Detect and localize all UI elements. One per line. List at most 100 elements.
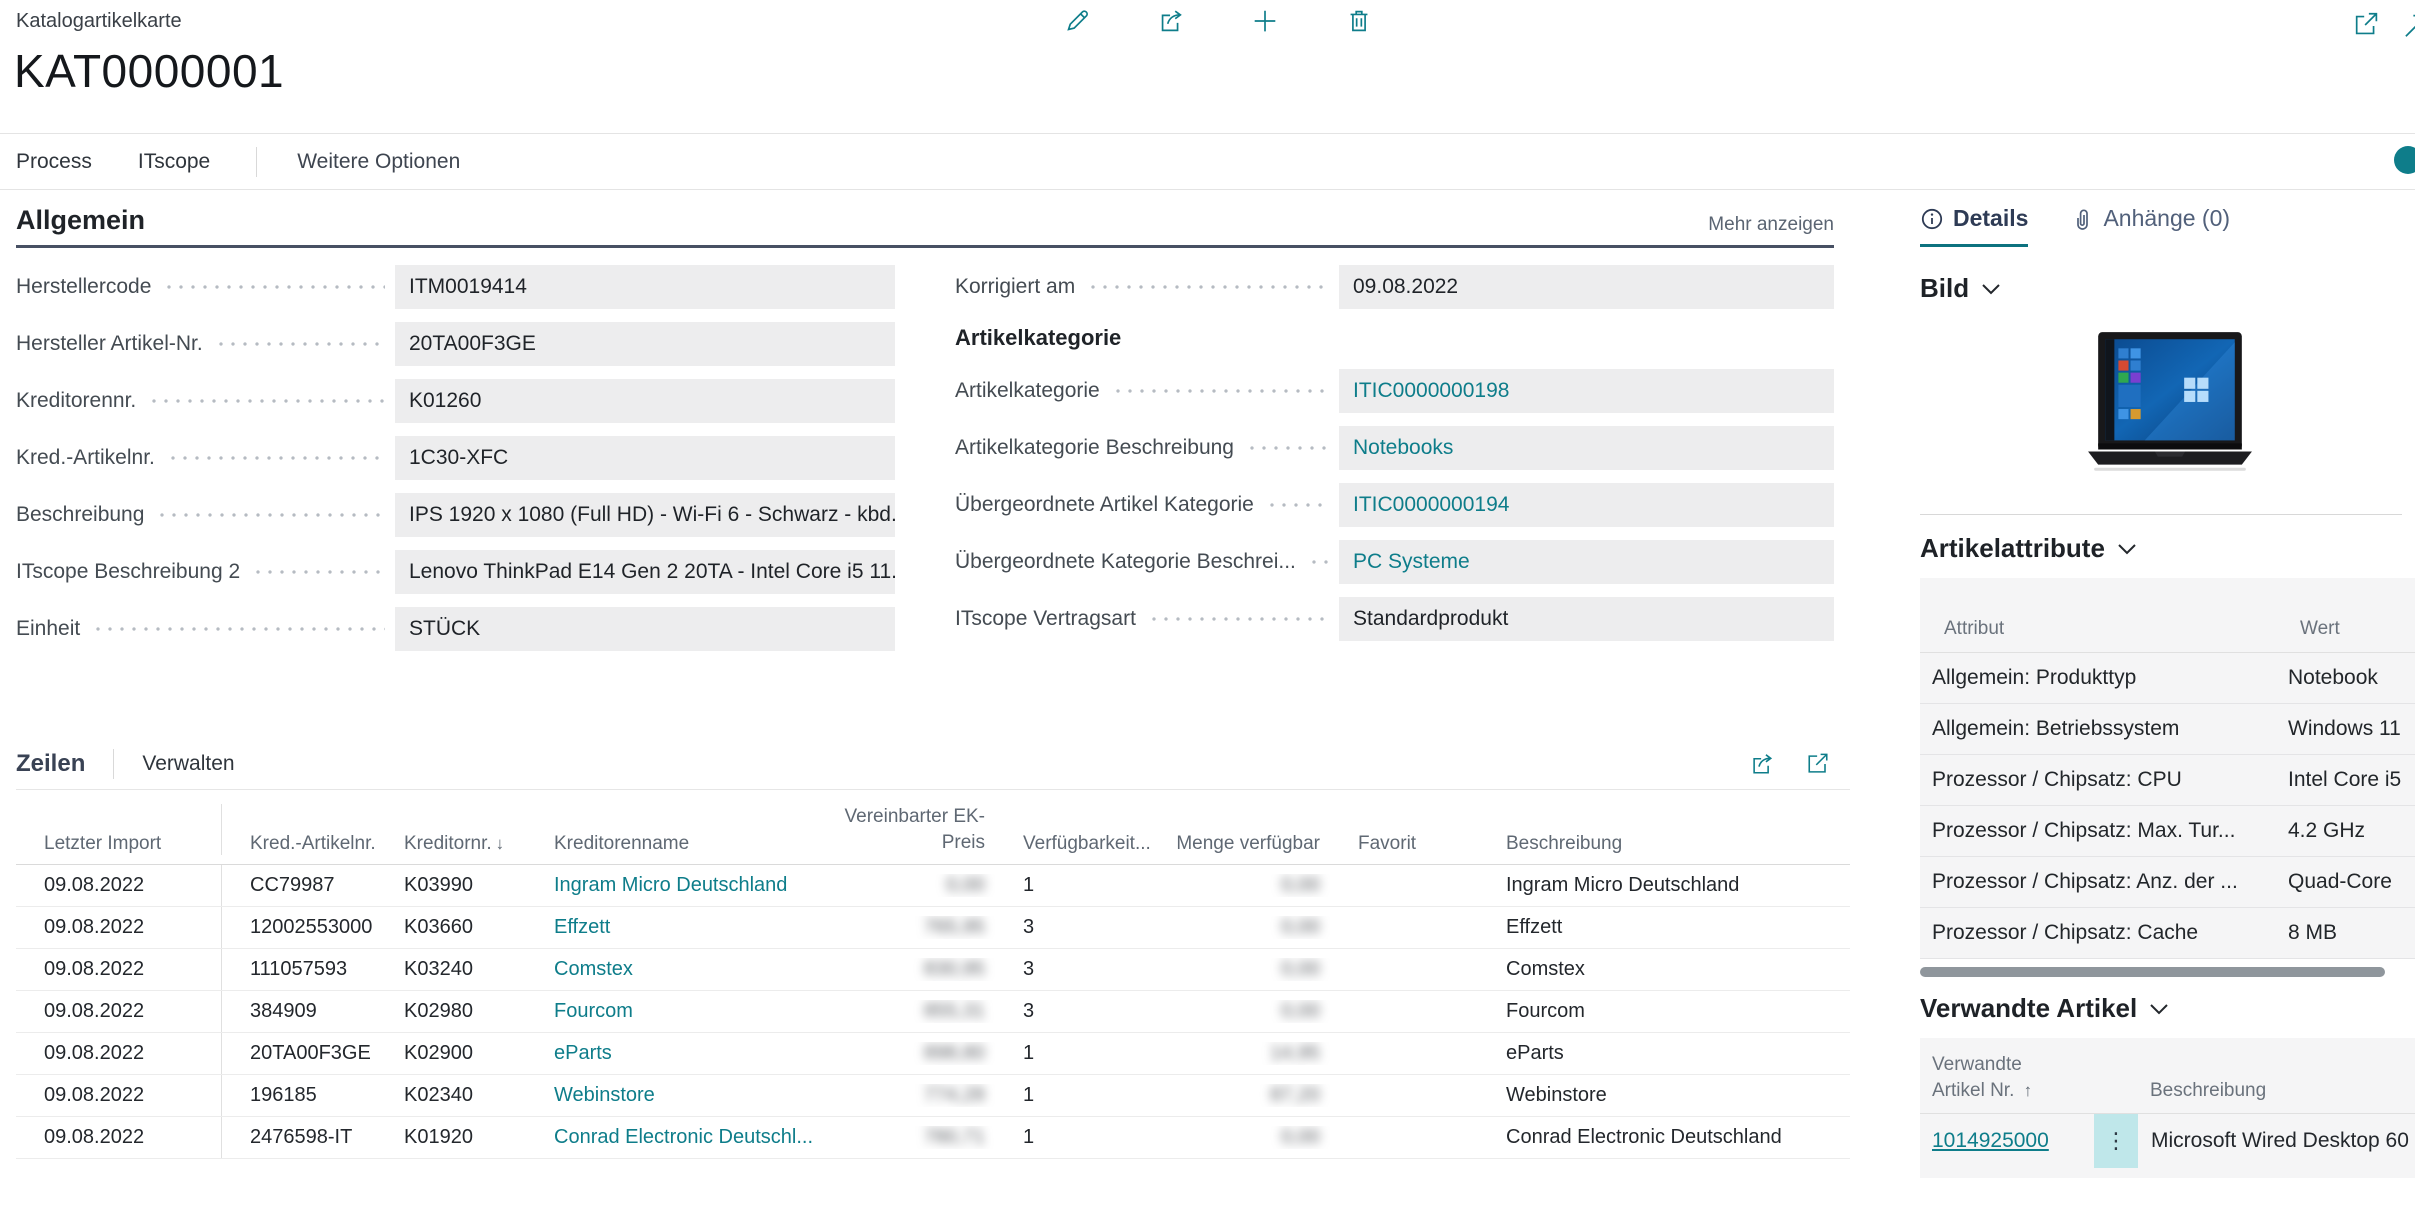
column-header-verfuegbarkeit[interactable]: Verfügbarkeit... (995, 833, 1160, 855)
field-label: Herstellercode (16, 275, 151, 299)
field-value-beschreibung[interactable]: IPS 1920 x 1080 (Full HD) - Wi-Fi 6 - Sc… (395, 493, 895, 537)
zeilen-manage-menu[interactable]: Verwalten (142, 752, 234, 776)
kreditorenname-link[interactable]: Effzett (554, 916, 610, 938)
artikelkategorie-link[interactable]: ITIC0000000198 (1353, 379, 1509, 403)
attribute-row[interactable]: Allgemein: Betriebssystem Windows 11 (1920, 704, 2415, 755)
horizontal-scrollbar[interactable] (1920, 967, 2415, 977)
column-header-beschreibung[interactable]: Beschreibung (1478, 833, 1850, 855)
section-zeilen: Zeilen Verwalten Letzter Import Kred.-Ar… (16, 738, 1850, 1159)
column-header-beschreibung[interactable]: Beschreibung (2138, 1078, 2415, 1104)
share-button[interactable] (1154, 4, 1188, 38)
column-header-kreditorenname[interactable]: Kreditorenname (526, 833, 826, 855)
tab-anhaenge[interactable]: Anhänge (0) (2070, 205, 2230, 247)
table-row[interactable]: 09.08.2022 196185 K02340 Webinstore 774,… (16, 1075, 1850, 1117)
ellipsis-vertical-icon: ⋮ (2105, 1128, 2127, 1154)
allgemein-right-column: Korrigiert am 09.08.2022 Artikelkategori… (955, 265, 1834, 664)
cell-ek-preis-redacted: 774,28 (924, 1084, 985, 1106)
menu-item-more-options[interactable]: Weitere Optionen (297, 150, 460, 174)
tab-details[interactable]: Details (1920, 205, 2028, 247)
cell-beschreibung: eParts (1478, 1042, 1850, 1065)
attribute-row[interactable]: Prozessor / Chipsatz: Cache 8 MB (1920, 908, 2415, 959)
kreditorenname-link[interactable]: Comstex (554, 958, 633, 980)
field-value-einheit[interactable]: STÜCK (395, 607, 895, 651)
kreditorenname-link[interactable]: Conrad Electronic Deutschl... (554, 1126, 813, 1148)
field-value-itscope-vertragsart[interactable]: Standardprodukt (1339, 597, 1834, 641)
cell-kreditornr: K02340 (376, 1084, 526, 1107)
artikelkategorie-beschreibung-link[interactable]: Notebooks (1353, 436, 1453, 460)
column-header-verwandte-artikel-nr[interactable]: Verwandte Artikel Nr. ↑ (1920, 1052, 2094, 1103)
table-row[interactable]: 09.08.2022 12002553000 K03660 Effzett 76… (16, 907, 1850, 949)
popout-icon[interactable] (1804, 750, 1832, 778)
field-value-artikelkategorie-beschreibung[interactable]: Notebooks (1339, 426, 1834, 470)
artikelattribute-section-header[interactable]: Artikelattribute (1920, 533, 2415, 564)
cell-kreditornr: K02900 (376, 1042, 526, 1065)
field-value-artikelkategorie[interactable]: ITIC0000000198 (1339, 369, 1834, 413)
column-header-letzter-import[interactable]: Letzter Import (16, 804, 222, 855)
table-row[interactable]: 09.08.2022 CC79987 K03990 Ingram Micro D… (16, 865, 1850, 907)
table-row[interactable]: 09.08.2022 2476598-IT K01920 Conrad Elec… (16, 1117, 1850, 1159)
katalogartikelkarte-page: Katalogartikelkarte KAT0000001 Process I… (0, 0, 2415, 1226)
ribbon-divider (256, 147, 257, 177)
cell-menge-redacted: 0,00 (1281, 1000, 1320, 1022)
related-article-row[interactable]: 1014925000 ⋮ Microsoft Wired Desktop 60 (1920, 1114, 2415, 1168)
field-herstellercode: Herstellercode ITM0019414 (16, 265, 895, 309)
cell-wert: 8 MB (2276, 921, 2415, 945)
column-header-vereinbarter-ek-preis[interactable]: Vereinbarter EK-Preis (826, 804, 995, 855)
uebergeordnete-kategorie-beschreibung-link[interactable]: PC Systeme (1353, 550, 1470, 574)
kreditorenname-link[interactable]: Webinstore (554, 1084, 655, 1106)
kreditorenname-link[interactable]: Ingram Micro Deutschland (554, 874, 787, 896)
scrollbar-thumb[interactable] (1920, 967, 2385, 977)
column-header-kreditornr[interactable]: Kreditornr.↓ (376, 833, 526, 855)
field-value-korrigiert-am[interactable]: 09.08.2022 (1339, 265, 1834, 309)
goto-arrow-icon (2404, 10, 2415, 40)
product-image-container[interactable] (1920, 308, 2415, 504)
attribute-row[interactable]: Allgemein: Produkttyp Notebook (1920, 653, 2415, 704)
cell-attribut: Prozessor / Chipsatz: CPU (1920, 768, 2276, 792)
attribute-row[interactable]: Prozessor / Chipsatz: Max. Tur... 4.2 GH… (1920, 806, 2415, 857)
goto-button[interactable] (2402, 8, 2415, 42)
table-row[interactable]: 09.08.2022 20TA00F3GE K02900 eParts 898,… (16, 1033, 1850, 1075)
field-value-uebergeordnete-kategorie-beschreibung[interactable]: PC Systeme (1339, 540, 1834, 584)
field-uebergeordnete-kategorie-beschreibung: Übergeordnete Kategorie Beschrei... PC S… (955, 540, 1834, 584)
bild-section-header[interactable]: Bild (1920, 273, 2415, 304)
field-value-kred-artikelnr[interactable]: 1C30-XFC (395, 436, 895, 480)
menu-item-process[interactable]: Process (16, 150, 92, 174)
kreditorenname-link[interactable]: eParts (554, 1042, 612, 1064)
chevron-down-icon (2117, 542, 2137, 556)
show-more-link[interactable]: Mehr anzeigen (1708, 214, 1834, 236)
delete-button[interactable] (1342, 4, 1376, 38)
cell-letzter-import: 09.08.2022 (16, 1075, 222, 1116)
notification-dot[interactable] (2394, 146, 2415, 174)
column-header-wert[interactable]: Wert (2288, 618, 2415, 640)
column-header-attribut[interactable]: Attribut (1932, 618, 2288, 640)
open-in-new-window-button[interactable] (2350, 8, 2384, 42)
chevron-down-icon (2149, 1002, 2169, 1016)
dotted-leader (1246, 446, 1329, 450)
field-value-kreditorennr[interactable]: K01260 (395, 379, 895, 423)
field-value-uebergeordnete-artikel-kategorie[interactable]: ITIC0000000194 (1339, 483, 1834, 527)
trash-icon (1344, 6, 1374, 36)
column-header-kred-artikelnr[interactable]: Kred.-Artikelnr. (222, 833, 376, 855)
table-row[interactable]: 09.08.2022 111057593 K03240 Comstex 830,… (16, 949, 1850, 991)
share-icon[interactable] (1748, 750, 1776, 778)
cell-beschreibung: Webinstore (1478, 1084, 1850, 1107)
new-button[interactable] (1248, 4, 1282, 38)
zeilen-divider (113, 749, 114, 779)
edit-button[interactable] (1060, 4, 1094, 38)
verwandte-artikel-nr-link[interactable]: 1014925000 (1932, 1129, 2049, 1152)
row-options-button[interactable]: ⋮ (2094, 1114, 2138, 1168)
column-header-menge-verfuegbar[interactable]: Menge verfügbar (1160, 833, 1330, 855)
cell-verfuegbarkeit: 3 (995, 1000, 1160, 1023)
uebergeordnete-artikel-kategorie-link[interactable]: ITIC0000000194 (1353, 493, 1509, 517)
field-value-itscope-beschreibung-2[interactable]: Lenovo ThinkPad E14 Gen 2 20TA - Intel C… (395, 550, 895, 594)
field-value-herstellercode[interactable]: ITM0019414 (395, 265, 895, 309)
field-value-hersteller-artikel-nr[interactable]: 20TA00F3GE (395, 322, 895, 366)
menu-item-itscope[interactable]: ITscope (138, 150, 210, 174)
table-row[interactable]: 09.08.2022 384909 K02980 Fourcom 855,31 … (16, 991, 1850, 1033)
verwandte-artikel-section-header[interactable]: Verwandte Artikel (1920, 993, 2415, 1024)
column-header-favorit[interactable]: Favorit (1330, 833, 1478, 855)
attribute-row[interactable]: Prozessor / Chipsatz: Anz. der ... Quad-… (1920, 857, 2415, 908)
attribute-row[interactable]: Prozessor / Chipsatz: CPU Intel Core i5 (1920, 755, 2415, 806)
cell-letzter-import: 09.08.2022 (16, 865, 222, 906)
kreditorenname-link[interactable]: Fourcom (554, 1000, 633, 1022)
